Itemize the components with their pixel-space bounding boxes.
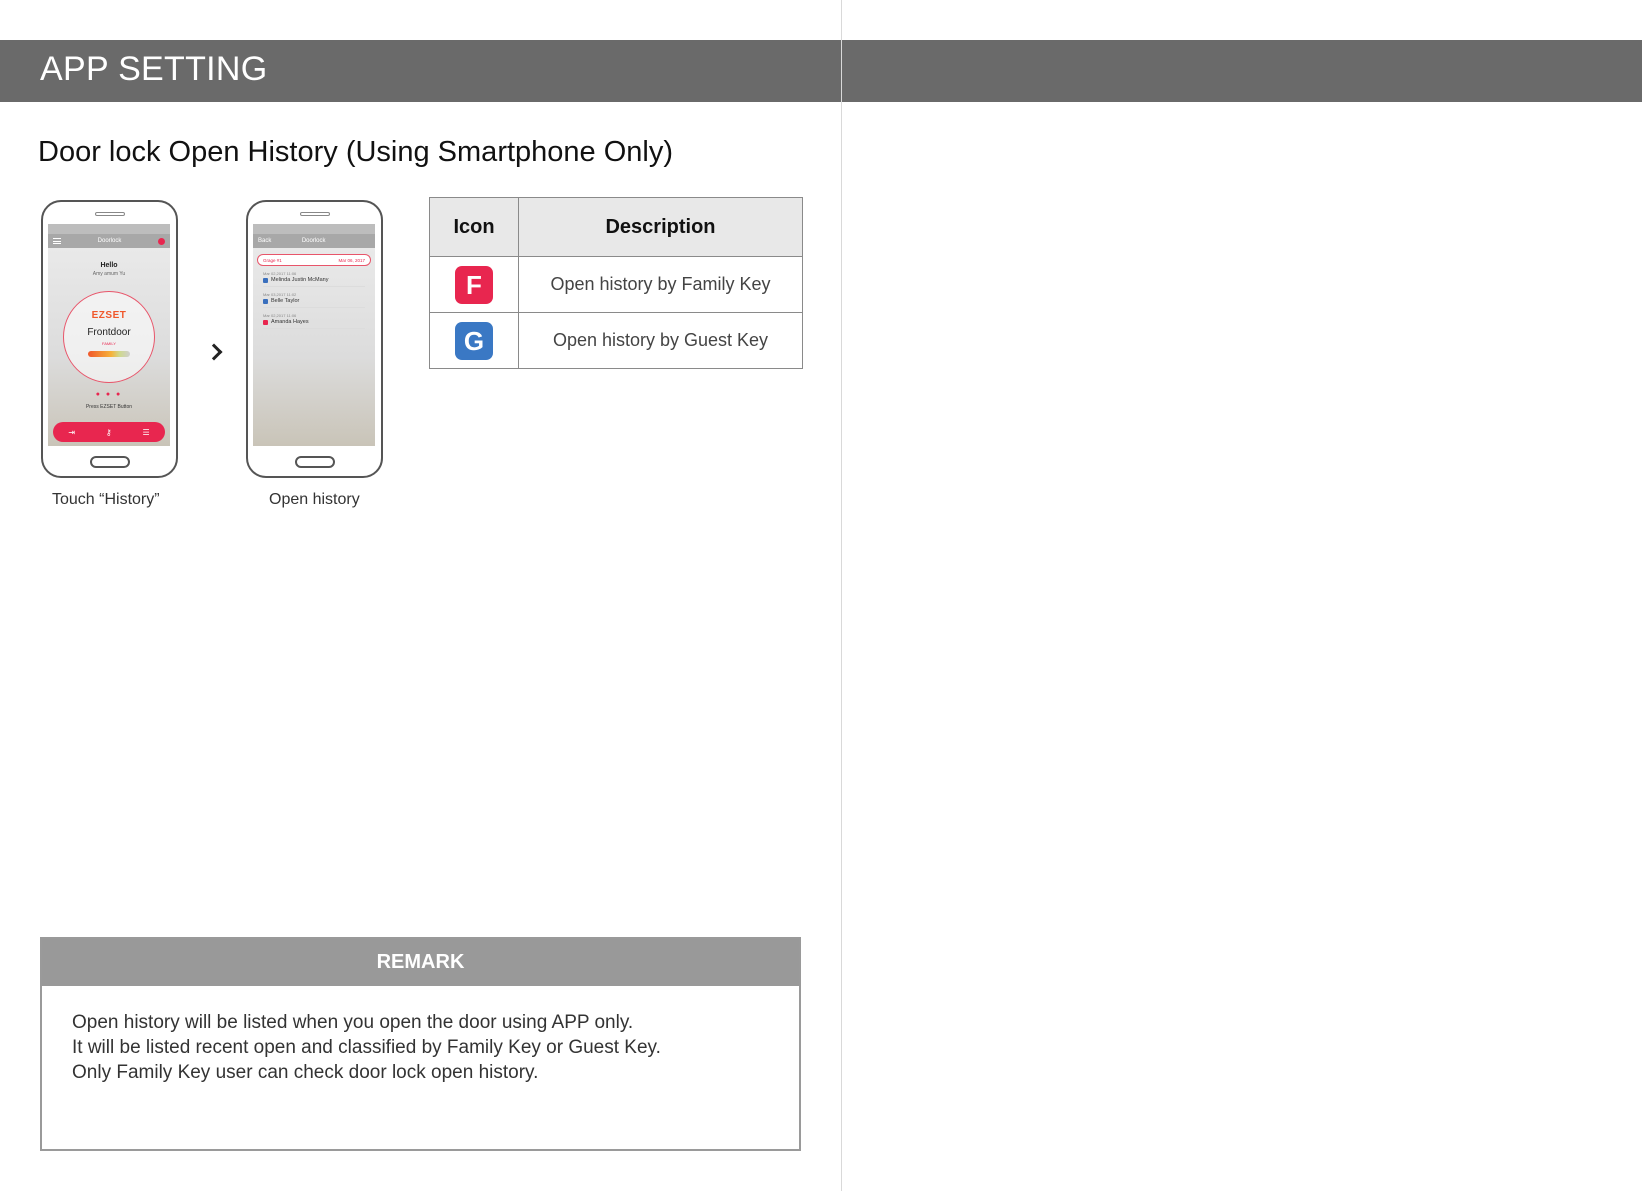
lock-role: FAMILY: [102, 341, 116, 346]
menu-icon[interactable]: [53, 238, 61, 244]
description-cell: Open history by Family Key: [518, 256, 803, 313]
remark-line: Only Family Key user can check door lock…: [72, 1062, 539, 1083]
phone-history-screen: Back Doorlock Grage #1 Mar 06, 2017 Mar …: [246, 200, 383, 478]
key-icon[interactable]: ⚷: [106, 428, 112, 437]
caption-touch-history: Touch “History”: [52, 491, 160, 508]
notification-badge[interactable]: [158, 237, 165, 245]
history-date: Mar 03,2017 11:02: [263, 292, 297, 297]
phone-speaker: [299, 212, 330, 216]
table-header-row: Icon Description: [429, 197, 803, 257]
header-description: Description: [518, 197, 803, 257]
history-user: Melinda Justin McMany: [271, 277, 329, 283]
nav-title: Doorlock: [301, 238, 326, 244]
history-date: Mar 02,2017 11:06: [263, 271, 297, 276]
app-navbar: Doorlock: [48, 234, 170, 248]
status-bar: [253, 224, 375, 234]
filter-date: Mar 06, 2017: [338, 257, 365, 263]
settings-icon[interactable]: ☰: [142, 428, 149, 437]
back-button[interactable]: Back: [258, 238, 271, 244]
guest-key-icon: G: [455, 321, 493, 360]
remark-line: It will be listed recent open and classi…: [72, 1037, 661, 1058]
app-navbar: Back Doorlock: [253, 234, 375, 248]
history-date: Mar 02,2017 11:06: [263, 313, 297, 318]
filter-label: Grage #1: [263, 257, 282, 263]
remark-title: REMARK: [42, 939, 799, 986]
user-name: Amy amum Yu: [92, 271, 126, 277]
family-key-icon: F: [455, 265, 493, 304]
history-user: Amanda Hayes: [271, 319, 309, 325]
history-item[interactable]: Mar 03,2017 11:02 Belle Taylor: [263, 292, 365, 308]
header-band-left: APP SETTING: [0, 40, 841, 102]
page-dots: ● ● ●: [95, 391, 123, 398]
table-row: G Open history by Guest Key: [429, 312, 803, 369]
battery-bar: [88, 351, 130, 357]
lock-circle[interactable]: EZSET Frontdoor FAMILY: [63, 291, 155, 383]
guest-key-icon: [263, 277, 268, 283]
status-bar: [48, 224, 170, 234]
home-button: [89, 456, 130, 468]
home-button: [294, 456, 335, 468]
brand-logo: EZSET: [91, 310, 127, 321]
table-row: F Open history by Family Key: [429, 256, 803, 313]
phone-screen: Doorlock Hello Amy amum Yu EZSET Frontdo…: [48, 224, 170, 446]
phone-speaker: [94, 212, 125, 216]
lock-filter[interactable]: Grage #1 Mar 06, 2017: [257, 254, 371, 266]
header-icon: Icon: [429, 197, 519, 257]
nav-title: Doorlock: [97, 238, 122, 244]
guest-key-icon: [263, 298, 268, 304]
bottom-action-bar: ⇥ ⚷ ☰: [53, 422, 165, 442]
phone-screen: Back Doorlock Grage #1 Mar 06, 2017 Mar …: [253, 224, 375, 446]
history-item[interactable]: Mar 02,2017 11:06 Amanda Hayes: [263, 313, 365, 329]
icon-cell: F: [429, 256, 519, 313]
header-band-right: [842, 40, 1642, 102]
phone-home-screen: Doorlock Hello Amy amum Yu EZSET Frontdo…: [41, 200, 178, 478]
chevron-right-icon: [205, 343, 223, 361]
greeting: Hello: [100, 262, 118, 269]
remark-body: Open history will be listed when you ope…: [42, 986, 799, 1085]
press-button-hint: Press EZSET Button: [85, 404, 133, 410]
history-user: Belle Taylor: [271, 298, 300, 304]
history-item[interactable]: Mar 02,2017 11:06 Melinda Justin McMany: [263, 271, 365, 287]
family-key-icon: [263, 319, 268, 325]
lock-name: Frontdoor: [87, 327, 131, 338]
description-cell: Open history by Guest Key: [518, 312, 803, 369]
page-title: APP SETTING: [40, 50, 268, 88]
caption-open-history: Open history: [269, 491, 360, 508]
page-divider: [841, 0, 842, 1191]
remark-line: Open history will be listed when you ope…: [72, 1012, 634, 1033]
section-title: Door lock Open History (Using Smartphone…: [38, 136, 674, 168]
icon-description-table: Icon Description F Open history by Famil…: [429, 197, 803, 369]
history-icon[interactable]: ⇥: [68, 428, 75, 437]
remark-box: REMARK Open history will be listed when …: [40, 937, 801, 1151]
icon-cell: G: [429, 312, 519, 369]
